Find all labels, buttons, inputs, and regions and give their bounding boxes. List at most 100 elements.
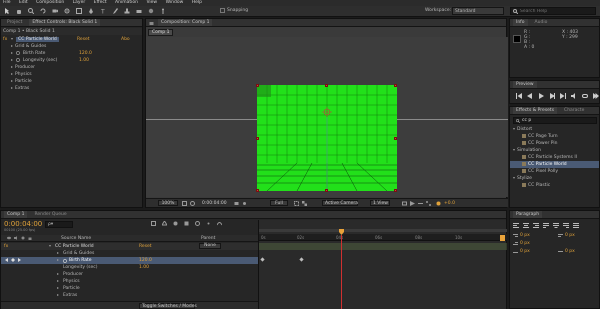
view-layout-select[interactable]: 1 View [370,200,390,206]
expand-triangle-icon[interactable] [11,51,13,54]
solo-icon[interactable] [21,236,25,240]
expand-triangle-icon[interactable] [57,279,59,282]
selection-tool-icon[interactable] [4,8,10,14]
prop-row[interactable]: Extras [1,85,142,92]
workspace-select[interactable]: Standard [452,7,504,15]
timeline-timecode[interactable]: 0:00:04:00 [4,220,42,228]
toggle-switches-modes-button[interactable]: Toggle Switches / Modes [139,303,197,309]
mask-visibility-icon[interactable] [190,201,195,206]
menu-help[interactable]: Help [192,0,202,5]
eye-icon[interactable] [7,236,11,240]
loop-icon[interactable] [582,93,588,99]
layer-longevity-value[interactable]: 1.00 [139,264,149,271]
prop-row[interactable]: Particle [1,78,142,85]
align-right-icon[interactable] [533,223,539,228]
fx-badge[interactable]: fx [3,37,7,42]
corner-handle[interactable] [256,189,259,192]
show-snapshot-icon[interactable] [242,201,247,206]
effects-search-input[interactable]: cc p [522,118,531,123]
birth-rate-value[interactable]: 120.0 [79,50,92,57]
edge-handle[interactable] [394,137,397,140]
eraser-tool-icon[interactable] [136,8,142,14]
keyframe[interactable] [299,257,304,262]
prop-row[interactable]: Grid & Guides [1,43,142,50]
expand-triangle-icon[interactable] [57,286,59,289]
tab-project[interactable]: Project [4,19,25,26]
justify-all-icon[interactable] [573,223,579,228]
previous-frame-icon[interactable] [527,93,533,99]
effect-group[interactable]: Simulation [510,147,599,154]
play-icon[interactable] [538,93,544,99]
expand-triangle-icon[interactable] [11,58,13,61]
layer-birth-rate-value[interactable]: 120.0 [139,257,152,264]
space-after-field[interactable]: 0 px [558,249,575,254]
zoom-select[interactable]: 100% [158,200,178,206]
prop-row[interactable]: Birth Rate 120.0 [1,50,142,57]
expand-triangle-icon[interactable] [57,272,59,275]
indent-right-field[interactable]: 0 px [558,233,575,238]
composition-title[interactable]: Composition: Comp 1 [158,19,213,26]
layer-duration-bar[interactable] [259,243,507,250]
layer-reset-link[interactable]: Reset [139,243,152,250]
collapse-triangle-icon[interactable] [513,127,515,130]
motion-blur-icon[interactable] [195,221,200,226]
menu-view[interactable]: View [146,0,157,5]
expand-triangle-icon[interactable] [11,86,13,89]
prop-row[interactable]: Longevity (sec) 1.00 [1,57,142,64]
transparency-grid-icon[interactable] [302,201,307,206]
menu-effect[interactable]: Effect [94,0,107,5]
expand-triangle-icon[interactable] [57,293,59,296]
tab-comp-1[interactable]: Comp 1 [4,211,28,218]
menu-animation[interactable]: Animation [115,0,138,5]
expand-triangle-icon[interactable] [57,258,59,261]
particle-world-canvas[interactable] [257,85,397,191]
timeline-search-box[interactable]: ρ▾ [45,221,73,228]
brainstorm-icon[interactable] [206,221,211,226]
justify-center-icon[interactable] [553,223,559,228]
graph-editor-icon[interactable] [217,221,222,226]
corner-handle[interactable] [394,84,397,87]
align-left-icon[interactable] [513,223,519,228]
frame-blending-icon[interactable] [184,221,189,226]
indent-left-field[interactable]: 0 px [513,233,530,238]
puppet-tool-icon[interactable] [160,8,166,14]
effect-name[interactable]: CC Particle World [16,37,59,42]
fast-previews-icon[interactable] [410,201,415,206]
expand-triangle-icon[interactable] [57,251,59,254]
time-graph[interactable]: 0s 02s 04s 06s 08s 10s [258,220,507,309]
snapping-checkbox[interactable] [220,8,225,13]
comp-tab[interactable]: Comp 1 [148,29,174,36]
exposure-icon[interactable] [436,201,441,206]
effect-item[interactable]: CC Pixel Polly [510,168,599,175]
search-help-input[interactable] [520,8,590,14]
speaker-icon[interactable] [14,236,18,240]
menu-layer[interactable]: Layer [73,0,86,5]
stopwatch-icon[interactable] [63,258,67,263]
menu-edit[interactable]: Edit [19,0,28,5]
corner-handle[interactable] [256,84,259,87]
effect-group[interactable]: Stylize [510,175,599,182]
space-before-field[interactable]: 0 px [513,249,530,254]
snapping-control[interactable]: Snapping [220,8,248,13]
first-line-indent-value[interactable]: 0 px [520,241,530,246]
effect-item[interactable]: CC Page Turn [510,133,599,140]
keyframe[interactable] [260,257,265,262]
first-frame-icon[interactable] [516,93,522,99]
tab-character[interactable]: Characte [561,107,587,114]
layer-effect-name[interactable]: CC Particle World [55,243,94,250]
space-after-value[interactable]: 0 px [565,249,575,254]
viewer[interactable] [146,37,508,197]
mask-tool-icon[interactable] [76,8,82,14]
exposure-value[interactable]: +0.0 [444,200,455,207]
resolution-select[interactable]: Full [270,200,288,206]
next-keyframe-icon[interactable] [17,258,21,262]
align-center-icon[interactable] [523,223,529,228]
lock-icon[interactable] [28,236,32,240]
time-ruler[interactable]: 0s 02s 04s 06s 08s 10s [259,234,507,241]
camera-view-select[interactable]: Active Camera [322,200,358,206]
tab-render-queue[interactable]: Render Queue [31,211,69,218]
tab-paragraph[interactable]: Paragraph [513,211,543,218]
source-name-header[interactable]: Source Name [61,235,91,242]
lock-icon[interactable] [149,20,154,25]
comp-timecode[interactable]: 0:00:04:00 [202,200,227,207]
